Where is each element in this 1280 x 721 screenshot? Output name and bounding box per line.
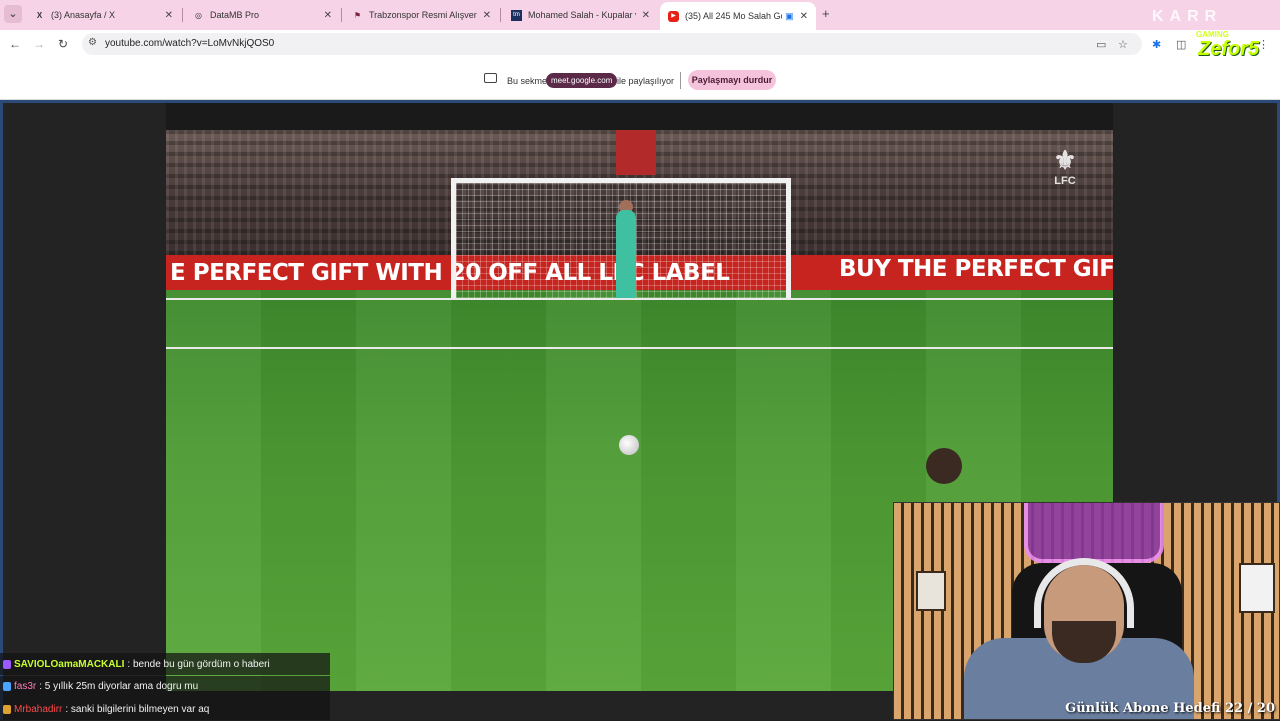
youtube-icon: ▶ (668, 10, 679, 22)
chat-badge-icon (3, 659, 11, 669)
streamer-logo-text: KARR (1152, 8, 1223, 25)
new-tab-button[interactable]: + (822, 6, 830, 21)
screen-share-icon (484, 73, 497, 83)
tab-youtube[interactable]: ▶ (35) All 245 Mo Salah Goal ▣ ✕ (660, 2, 816, 30)
neon-sign (1024, 503, 1164, 563)
tab-x[interactable]: X (3) Anasayfa / X ✕ (26, 4, 181, 26)
chat-overlay: SAVIOLOamaMACKALI : bende bu gün gördüm … (0, 653, 330, 721)
close-icon[interactable]: ✕ (165, 10, 173, 21)
penalty-taker (926, 448, 962, 484)
menu-kebab-icon[interactable]: ⋮ (1258, 38, 1269, 51)
chat-badge-icon (3, 704, 11, 714)
chat-badge-icon (3, 682, 11, 691)
chat-message: SAVIOLOamaMACKALI : bende bu gün gördüm … (0, 653, 330, 675)
tab-strip: ⌄ X (3) Anasayfa / X ✕ ◎ DataMB Pro ✕ ⚑ … (0, 0, 1280, 30)
trabzonspor-icon: ⚑ (353, 10, 362, 20)
chat-text: : sanki bilgilerini bilmeyen var aq (65, 703, 210, 715)
site-info-icon[interactable]: ⚙ (88, 37, 97, 48)
share-suffix-text: ile paylaşılıyor (617, 76, 675, 86)
tab-transfermarkt[interactable]: tm Mohamed Salah - Kupalar ve bi ✕ (503, 4, 658, 26)
chat-username: Mrbahadirr (14, 703, 63, 715)
chat-message: fas3r : 5 yıllık 25m diyorlar ama dogru … (0, 675, 330, 698)
tab-label: Trabzonspor Resmi Alışveriş Sit (369, 10, 477, 20)
tab-label: (3) Anasayfa / X (51, 10, 116, 20)
transfermarkt-icon: tm (511, 9, 522, 21)
chat-username: fas3r (14, 681, 37, 692)
share-target-badge: meet.google.com (546, 73, 618, 88)
tab-label: DataMB Pro (210, 10, 260, 20)
tab-label: Mohamed Salah - Kupalar ve bi (528, 10, 636, 20)
tab-separator (341, 8, 342, 22)
streamer-logo-name: Zefor5 (1198, 38, 1260, 60)
six-yard-line (166, 347, 1113, 349)
back-arrow-icon[interactable]: ← (6, 37, 24, 51)
casting-icon: ▣ (785, 10, 794, 21)
webcam-overlay: Günlük Abone Hedefi 22 / 20 (893, 502, 1280, 720)
tab-trabzonspor[interactable]: ⚑ Trabzonspor Resmi Alışveriş Sit ✕ (344, 4, 499, 26)
chat-text: : bende bu gün gördüm o haberi (127, 658, 270, 670)
wall-frame-right (1239, 563, 1275, 613)
subscriber-goal-text: Günlük Abone Hedefi 22 / 20 (1065, 701, 1275, 716)
forward-arrow-icon[interactable]: → (30, 37, 48, 51)
chat-text: : 5 yıllık 25m diyorlar ama dogru mu (39, 681, 199, 692)
datamb-icon: ◎ (195, 10, 202, 20)
cast-icon[interactable]: ▭ (1096, 38, 1106, 51)
close-icon[interactable]: ✕ (800, 11, 808, 22)
chat-message: Mrbahadirr : sanki bilgilerini bilmeyen … (0, 698, 330, 720)
stop-sharing-button[interactable]: Paylaşmayı durdur (688, 70, 776, 90)
chat-username: SAVIOLOamaMACKALI (14, 658, 125, 670)
close-icon[interactable]: ✕ (483, 10, 491, 21)
divider (680, 72, 681, 89)
share-prefix-text: Bu sekme (507, 76, 548, 86)
x-icon: X (36, 10, 43, 20)
reload-icon[interactable]: ↻ (54, 37, 72, 51)
advertising-text-right: BUY THE PERFECT GIFT W (839, 256, 1113, 282)
goal-line (166, 298, 1113, 300)
goalkeeper (616, 210, 636, 300)
close-icon[interactable]: ✕ (642, 10, 650, 21)
tab-separator (182, 8, 183, 22)
tab-separator (500, 8, 501, 22)
tab-label: (35) All 245 Mo Salah Goal (685, 11, 783, 21)
url-text[interactable]: youtube.com/watch?v=LoMvNkjQOS0 (105, 38, 274, 49)
lfc-crest-logo: ⚜ LFC (1053, 145, 1077, 187)
wall-frame-left (916, 571, 946, 611)
football (619, 435, 639, 455)
extensions-puzzle-icon[interactable]: ◫ (1176, 38, 1186, 51)
close-icon[interactable]: ✕ (324, 10, 332, 21)
tab-search-button[interactable]: ⌄ (4, 5, 22, 23)
bookmark-star-icon[interactable]: ☆ (1118, 38, 1128, 51)
stand-banner (616, 130, 656, 175)
extension-icon[interactable]: ✱ (1152, 38, 1161, 51)
tab-datamb[interactable]: ◎ DataMB Pro ✕ (185, 4, 340, 26)
